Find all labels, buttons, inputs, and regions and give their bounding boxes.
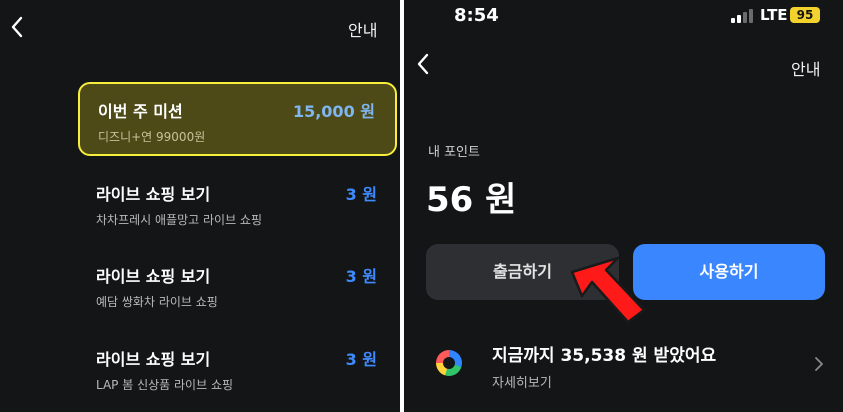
mission-title: 이번 주 미션: [98, 102, 183, 121]
mission-reward: 15,000 원: [292, 102, 375, 121]
my-points-screen: 8:54 LTE 95 안내 내 포인트 56 원 출금하기 사용하기 지금까지…: [404, 0, 843, 412]
mission-desc: 예담 쌍화차 라이브 쇼핑: [96, 295, 218, 309]
mission-title: 라이브 쇼핑 보기: [96, 267, 211, 286]
mission-item[interactable]: 라이브 쇼핑 보기 차차프레시 애플망고 라이브 쇼핑 3 원: [78, 167, 397, 241]
mission-item[interactable]: 라이브 쇼핑 보기 예담 쌍화차 라이브 쇼핑 3 원: [78, 249, 397, 323]
total-earned-text[interactable]: 지금까지 35,538 원 받았어요: [492, 341, 716, 366]
mission-reward: 3 원: [345, 267, 377, 286]
back-icon[interactable]: [10, 16, 30, 40]
my-points-value: 56 원: [426, 180, 517, 220]
signal-icon: [731, 9, 753, 23]
mission-title: 라이브 쇼핑 보기: [96, 185, 211, 204]
donut-chart-icon: [436, 350, 462, 376]
mission-reward: 3 원: [345, 350, 377, 369]
guide-link[interactable]: 안내: [348, 17, 377, 41]
mission-list-screen: 안내 이번 주 미션 디즈니+연 99000원 15,000 원 라이브 쇼핑 …: [0, 0, 400, 412]
mission-item-weekly[interactable]: 이번 주 미션 디즈니+연 99000원 15,000 원: [78, 82, 397, 156]
mission-title: 라이브 쇼핑 보기: [96, 350, 211, 369]
details-link[interactable]: 자세히보기: [492, 372, 552, 391]
red-arrow-pointer: [570, 256, 646, 324]
status-bar: 8:54 LTE 95: [404, 0, 843, 32]
mission-desc: LAP 봄 신상품 라이브 쇼핑: [96, 378, 234, 392]
mission-item[interactable]: 라이브 쇼핑 보기 LAP 봄 신상품 라이브 쇼핑 3 원: [78, 332, 397, 406]
back-icon[interactable]: [416, 53, 436, 77]
my-points-label: 내 포인트: [428, 145, 480, 160]
use-points-button[interactable]: 사용하기: [633, 244, 825, 300]
mission-desc: 차차프레시 애플망고 라이브 쇼핑: [96, 213, 263, 227]
chevron-right-icon[interactable]: [814, 356, 824, 372]
mission-desc: 디즈니+연 99000원: [98, 130, 206, 144]
status-time: 8:54: [454, 5, 499, 26]
battery-icon: 95: [790, 7, 820, 23]
mission-reward: 3 원: [345, 185, 377, 204]
guide-link[interactable]: 안내: [791, 56, 820, 80]
network-type: LTE: [760, 6, 788, 24]
